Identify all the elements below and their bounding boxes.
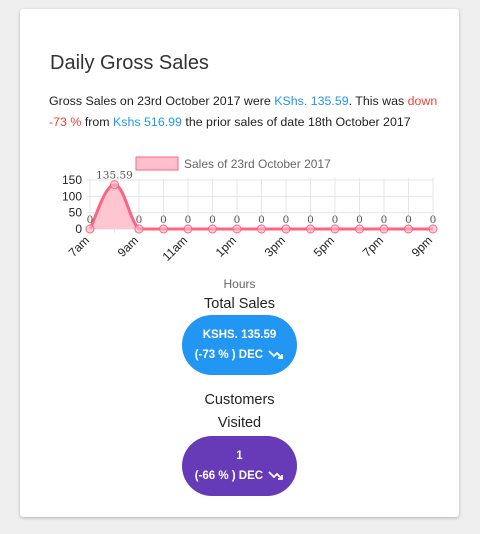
data-point — [110, 180, 119, 190]
data-point — [306, 224, 315, 234]
legend-label: Sales of 23rd October 2017 — [184, 157, 331, 171]
legend-swatch — [135, 156, 179, 171]
customers-change-row: (-66 % ) DEC — [182, 466, 297, 486]
data-label: 0 — [332, 214, 339, 226]
data-label: 0 — [430, 214, 437, 226]
total-sales-value: KSHS. 135.59 — [202, 329, 277, 341]
data-label: 0 — [405, 214, 412, 226]
customers-pill: 1 (-66 % ) DEC — [182, 436, 297, 496]
data-label: 0 — [283, 214, 290, 226]
x-tick-label: 9pm — [409, 233, 435, 259]
change-percent: -73 % — [49, 115, 82, 129]
y-tick-label: 150 — [62, 173, 82, 187]
x-axis-title: Hours — [223, 277, 256, 291]
data-point — [232, 224, 242, 234]
x-tick-label: 1pm — [213, 233, 239, 259]
current-amount: KShs. 135.59 — [274, 94, 349, 108]
chart-svg: Sales of 23rd October 2017 0 50 100 150 0 135.… — [62, 156, 438, 264]
customers-label-line2: Visited — [217, 415, 262, 431]
data-point — [85, 224, 95, 234]
trending-down-icon — [268, 350, 284, 359]
x-tick-label: 7am — [66, 233, 92, 259]
data-point — [379, 224, 389, 234]
data-label: 0 — [356, 214, 363, 226]
data-point — [159, 224, 168, 234]
summary-text-2: . This was — [348, 94, 408, 108]
sales-chart: Sales of 23rd October 2017 0 50 100 150 0 135.… — [20, 139, 459, 284]
total-sales-change-row: (-73 % ) DEC — [182, 345, 297, 365]
customers-change: (-66 % ) DEC — [194, 470, 264, 482]
data-point — [257, 224, 266, 234]
summary-text-4: the prior sales of date 18th October 201… — [181, 115, 411, 129]
card-title: Daily Gross Sales — [50, 52, 209, 74]
data-label: 0 — [258, 214, 265, 226]
daily-gross-sales-card: Daily Gross Sales Gross Sales on 23rd Oc… — [20, 9, 459, 517]
summary-text-1: Gross Sales on 23rd October 2017 were — [49, 94, 275, 108]
data-point — [183, 224, 193, 234]
summary-text-3: from — [81, 115, 114, 129]
prior-amount: Kshs 516.99 — [113, 115, 182, 129]
x-tick-label: 5pm — [311, 233, 337, 259]
sales-summary: Gross Sales on 23rd October 2017 were KS… — [49, 91, 449, 133]
data-point — [208, 224, 217, 234]
x-tick-label: 3pm — [262, 233, 288, 259]
data-label: 0 — [307, 214, 314, 226]
data-label: 0 — [87, 214, 94, 226]
total-sales-label: Total Sales — [204, 296, 275, 312]
x-tick-label: 11am — [160, 233, 191, 264]
data-label: 0 — [209, 214, 216, 226]
y-tick-label: 50 — [69, 206, 83, 220]
direction-text: down — [407, 94, 438, 108]
y-tick-label: 100 — [62, 189, 82, 203]
data-label: 0 — [160, 214, 167, 226]
trending-down-icon — [268, 471, 284, 480]
data-point — [134, 224, 144, 234]
data-label: 135.59 — [96, 170, 133, 182]
x-tick-label: 7pm — [360, 233, 386, 259]
data-label: 0 — [185, 214, 192, 226]
total-sales-pill: KSHS. 135.59 (-73 % ) DEC — [182, 315, 297, 375]
x-tick-label: 9am — [115, 233, 141, 259]
total-sales-change: (-73 % ) DEC — [194, 349, 264, 361]
customers-label-line1: Customers — [204, 392, 275, 408]
customers-value: 1 — [236, 450, 243, 462]
data-label: 0 — [136, 214, 143, 226]
data-point — [404, 224, 413, 234]
data-point — [355, 224, 364, 234]
data-point — [281, 224, 291, 234]
data-point — [428, 224, 438, 234]
data-label: 0 — [234, 214, 241, 226]
data-label: 0 — [381, 214, 388, 226]
data-point — [330, 224, 340, 234]
